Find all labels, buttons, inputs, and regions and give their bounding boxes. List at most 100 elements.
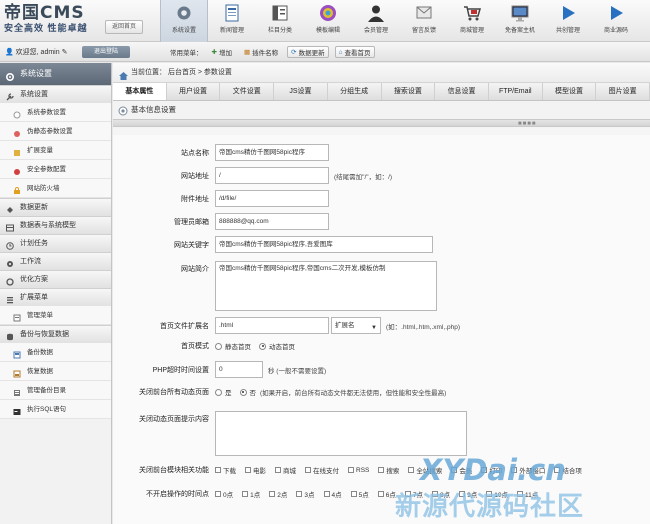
close-hour-checkbox-0[interactable]: 0点 (215, 489, 233, 499)
shortcut-add[interactable]: ✚ 增加 (209, 46, 235, 58)
home-ext-select[interactable]: 扩展名 ▼ (331, 317, 381, 334)
php-timeout-input[interactable]: 0 (215, 361, 263, 378)
home-mode-static-label: 静态首页 (225, 344, 251, 351)
tab-7[interactable]: FTP/Email (489, 83, 543, 100)
play-icon (605, 3, 627, 23)
tab-5[interactable]: 搜索设置 (382, 83, 436, 100)
tab-1[interactable]: 用户设置 (167, 83, 221, 100)
sidebar-group-2[interactable]: 数据表与系统模型 (0, 216, 111, 234)
intro-label: 网站简介 (181, 266, 209, 273)
topnav-label: 新闻管理 (219, 28, 244, 34)
logout-button[interactable]: 退出登陆 (82, 46, 130, 58)
sidebar-item-0-1[interactable]: 伪静态参数设置 (0, 122, 111, 141)
topnav-item-7[interactable]: 免备案主机 (496, 0, 544, 42)
sidebar-item-label: 网站防火墙 (27, 185, 60, 192)
tab-9[interactable]: 图片设置 (596, 83, 650, 100)
shortcut-plugin[interactable]: ▩ 插件名称 (241, 46, 281, 58)
sidebar-group-6[interactable]: 扩展菜单 (0, 288, 111, 306)
topnav-item-9[interactable]: 商业源码 (592, 0, 640, 42)
welcome-label: 欢迎您, admin (15, 49, 60, 56)
sidebar-group-4[interactable]: 工作流 (0, 252, 111, 270)
topnav-label: 留言反馈 (411, 28, 436, 34)
attach-url-label: 附件地址 (181, 195, 209, 203)
sidebar-item-6-0[interactable]: 管理菜单 (0, 306, 111, 325)
shortcut-view-home[interactable]: ⌂ 查看首页 (334, 46, 375, 58)
close-hour-option-label: 1点 (250, 492, 261, 499)
attach-url-input[interactable]: /d/file/ (215, 190, 329, 207)
close-front-no-radio[interactable]: 否 (239, 387, 257, 397)
sidebar-group-7[interactable]: 备份与恢复数据 (0, 325, 111, 343)
user-bar: 👤 欢迎您, admin ✎ 退出登陆 常用菜单： ✚ 增加 ▩ 插件名称 ⟳ 数据更… (0, 42, 650, 62)
close-module-checkbox-5[interactable]: 搜索 (378, 465, 399, 475)
sidebar-item-0-3[interactable]: 安全参数配置 (0, 160, 111, 179)
topnav-item-5[interactable]: 留言反馈 (400, 0, 448, 42)
gear-icon (173, 3, 195, 23)
admin-email-input[interactable]: 888888@qq.com (215, 213, 329, 230)
sidebar-item-0-2[interactable]: 扩展变量 (0, 141, 111, 160)
close-hour-checkbox-1[interactable]: 1点 (242, 489, 260, 499)
sidebar-group-label: 数据更新 (20, 204, 48, 211)
edit-icon[interactable]: ✎ (62, 49, 68, 56)
close-front-no-label: 否 (249, 390, 257, 397)
topnav-label: 会员管理 (363, 28, 388, 34)
sidebar-item-7-2[interactable]: 管理备份目录 (0, 381, 111, 400)
shortcut-update[interactable]: ⟳ 数据更新 (287, 46, 329, 58)
close-module-checkbox-4[interactable]: RSS (348, 465, 369, 475)
close-hour-checkbox-2[interactable]: 2点 (269, 489, 287, 499)
sidebar-group-5[interactable]: 优化方案 (0, 270, 111, 288)
collapse-splitter[interactable]: ■■■■ (113, 119, 650, 127)
close-hour-checkbox-3[interactable]: 3点 (296, 489, 315, 499)
sidebar-item-0-4[interactable]: 网站防火墙 (0, 179, 111, 198)
topnav-item-0[interactable]: 系统设置 (160, 0, 208, 42)
home-mode-static-radio[interactable]: 静态首页 (215, 341, 251, 351)
welcome-text: 👤 欢迎您, admin ✎ (5, 47, 67, 57)
php-timeout-hint: 秒 (一般不需要设置) (268, 367, 327, 375)
close-module-option-label: 在线支付 (313, 468, 339, 475)
tab-6[interactable]: 信息设置 (435, 83, 489, 100)
close-module-checkbox-1[interactable]: 电影 (245, 465, 266, 475)
play-icon (557, 3, 579, 23)
tab-4[interactable]: 分组生成 (328, 83, 382, 100)
sidebar-item-7-3[interactable]: 执行SQL语句 (0, 400, 111, 419)
back-home-button[interactable]: 返回首页 (105, 20, 143, 34)
sidebar-item-7-0[interactable]: 备份数据 (0, 343, 111, 362)
home-mode-dynamic-radio[interactable]: 动态首页 (259, 341, 295, 351)
breadcrumb-path[interactable]: 后台首页 > 参数设置 (168, 69, 232, 76)
close-hour-option-label: 4点 (331, 492, 342, 499)
tab-8[interactable]: 模型设置 (543, 83, 597, 100)
close-hour-checkbox-6[interactable]: 6点 (377, 489, 396, 499)
site-name-input[interactable]: 帝国cms精仿千图网58pic程序 (215, 144, 329, 161)
shortcut-update-label: 数据更新 (298, 50, 325, 57)
topnav-label: 共创管理 (555, 28, 580, 34)
close-tip-label: 关闭动态页面提示内容 (139, 416, 209, 423)
site-url-input[interactable]: / (215, 167, 329, 184)
sidebar-group-label: 工作流 (20, 258, 41, 265)
topnav-item-6[interactable]: 商城管理 (448, 0, 496, 42)
close-hour-checkbox-5[interactable]: 5点 (350, 489, 369, 499)
sidebar-group-0[interactable]: 系统设置 (0, 85, 111, 103)
close-module-checkbox-3[interactable]: 在线支付 (305, 465, 339, 475)
topnav-item-8[interactable]: 共创管理 (544, 0, 592, 42)
close-modules-label: 关闭前台模块相关功能 (139, 467, 209, 474)
close-tip-textarea[interactable] (215, 411, 467, 456)
topnav-item-3[interactable]: 模板编辑 (304, 0, 352, 42)
sidebar-item-7-1[interactable]: 恢复数据 (0, 362, 111, 381)
topnav-label: 商城管理 (459, 28, 484, 34)
close-module-checkbox-2[interactable]: 商城 (275, 465, 296, 475)
sidebar-item-0-0[interactable]: 系统参数设置 (0, 103, 111, 122)
keywords-input[interactable]: 帝国cms精仿千图网58pic程序,吾爱图库 (215, 236, 433, 253)
topnav-item-4[interactable]: 会员管理 (352, 0, 400, 42)
close-module-checkbox-0[interactable]: 下载 (215, 465, 236, 475)
topnav-item-2[interactable]: 栏目分类 (256, 0, 304, 42)
sidebar-group-3[interactable]: 计划任务 (0, 234, 111, 252)
home-ext-input[interactable]: .html (215, 317, 329, 334)
intro-textarea[interactable]: 帝国cms精仿千图网58pic程序,帝国cms二次开发,模板仿制 (215, 261, 437, 311)
tab-2[interactable]: 文件设置 (220, 83, 275, 100)
close-hour-checkbox-4[interactable]: 4点 (323, 489, 342, 499)
close-front-yes-radio[interactable]: 是 (215, 387, 232, 397)
sidebar-group-1[interactable]: 数据更新 (0, 198, 111, 216)
sidebar-item-label: 执行SQL语句 (27, 406, 67, 413)
tab-3[interactable]: JS设置 (274, 83, 328, 100)
watermark-text: 新源代源码社区 (395, 492, 585, 522)
topnav-item-1[interactable]: 新闻管理 (208, 0, 256, 42)
